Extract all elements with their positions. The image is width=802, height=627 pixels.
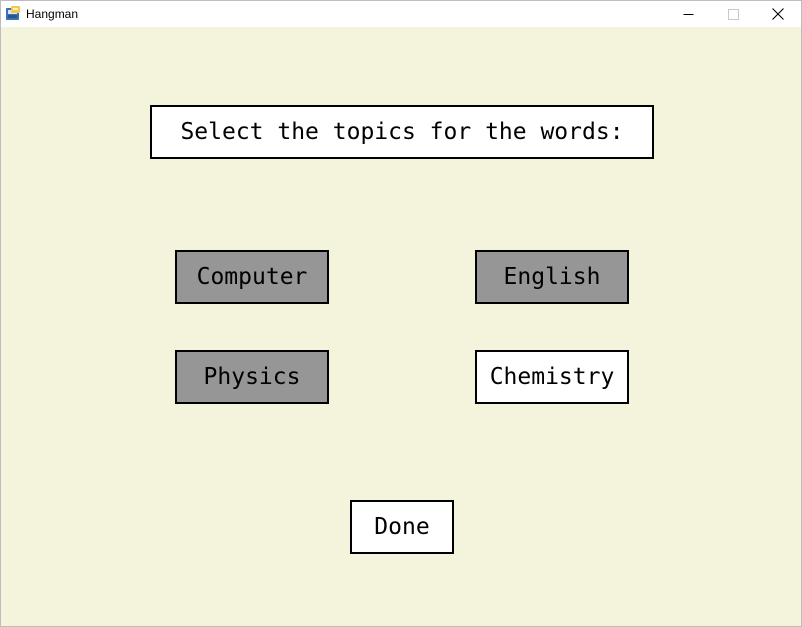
python-app-icon (5, 6, 21, 22)
hangman-window: Hangman Select the topics for the words:… (0, 0, 802, 627)
maximize-icon (727, 8, 739, 20)
maximize-button[interactable] (710, 1, 756, 27)
minimize-button[interactable] (665, 1, 711, 27)
topic-english-button[interactable]: English (475, 250, 629, 304)
done-button[interactable]: Done (350, 500, 454, 554)
topic-chemistry-button[interactable]: Chemistry (475, 350, 629, 404)
title-bar[interactable]: Hangman (1, 1, 801, 27)
topic-physics-button[interactable]: Physics (175, 350, 329, 404)
game-canvas: Select the topics for the words: Compute… (1, 27, 801, 626)
minimize-icon (683, 9, 694, 20)
topic-prompt-heading: Select the topics for the words: (150, 105, 654, 159)
close-button[interactable] (755, 1, 801, 27)
window-title: Hangman (26, 7, 79, 21)
topic-computer-button[interactable]: Computer (175, 250, 329, 304)
close-icon (772, 8, 784, 20)
